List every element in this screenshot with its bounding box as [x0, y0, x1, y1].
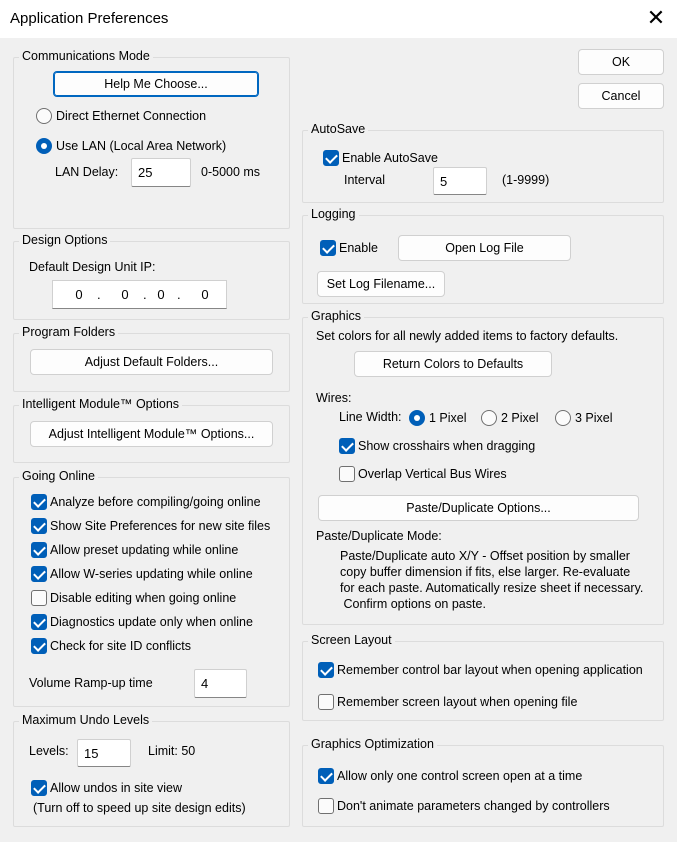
cancel-button[interactable]: Cancel: [578, 83, 664, 109]
ip-dot-2: .: [143, 287, 147, 302]
ip-dot-1: .: [97, 287, 101, 302]
lan-delay-label: LAN Delay:: [55, 165, 119, 179]
paste-mode-line-1: Paste/Duplicate auto X/Y - Offset positi…: [340, 549, 630, 563]
lan-delay-range: 0-5000 ms: [201, 165, 261, 179]
enable-logging-checkbox[interactable]: [320, 240, 336, 256]
remember-screen-layout-label: Remember screen layout when opening file: [337, 695, 578, 709]
interval-label: Interval: [344, 173, 385, 187]
return-colors-button[interactable]: Return Colors to Defaults: [354, 351, 552, 377]
graphics-optimization-label: Graphics Optimization: [308, 737, 437, 751]
lan-delay-input[interactable]: 25: [131, 158, 191, 187]
ip-octet-2: 0: [121, 287, 129, 302]
levels-limit: Limit: 50: [148, 744, 196, 758]
set-log-filename-button[interactable]: Set Log Filename...: [317, 271, 445, 297]
use-lan-radio[interactable]: [36, 138, 52, 154]
show-crosshairs-checkbox[interactable]: [339, 438, 355, 454]
default-ip-field[interactable]: 0 . 0 . 0 . 0: [52, 280, 227, 309]
use-lan-label: Use LAN (Local Area Network): [56, 139, 227, 153]
going-online-label: Going Online: [19, 469, 98, 483]
allow-w-series-updating-label: Allow W-series updating while online: [50, 567, 253, 581]
paste-mode-line-3: for each paste. Automatically resize she…: [340, 581, 644, 595]
enable-autosave-checkbox[interactable]: [323, 150, 339, 166]
line-width-3-label: 3 Pixel: [575, 411, 613, 425]
title-bar: Application Preferences ✕: [0, 0, 677, 38]
communications-mode-label: Communications Mode: [19, 49, 153, 63]
line-width-label: Line Width:: [339, 410, 402, 424]
remember-control-bar-label: Remember control bar layout when opening…: [337, 663, 643, 677]
graphics-optimization-group: [302, 745, 664, 827]
levels-input[interactable]: 15: [77, 739, 131, 767]
line-width-2-label: 2 Pixel: [501, 411, 539, 425]
window-title: Application Preferences: [10, 10, 169, 27]
design-options-label: Design Options: [19, 233, 111, 247]
line-width-3-radio[interactable]: [555, 410, 571, 426]
one-control-screen-checkbox[interactable]: [318, 768, 334, 784]
ip-dot-3: .: [177, 287, 181, 302]
screen-layout-group: [302, 641, 664, 721]
ok-button[interactable]: OK: [578, 49, 664, 75]
close-icon[interactable]: ✕: [642, 6, 670, 32]
dont-animate-checkbox[interactable]: [318, 798, 334, 814]
analyze-before-compiling-checkbox[interactable]: [31, 494, 47, 510]
line-width-1-radio[interactable]: [409, 410, 425, 426]
show-site-preferences-checkbox[interactable]: [31, 518, 47, 534]
paste-mode-label: Paste/Duplicate Mode:: [316, 529, 442, 543]
direct-ethernet-label: Direct Ethernet Connection: [56, 109, 207, 123]
intelligent-module-label: Intelligent Module™ Options: [19, 397, 183, 411]
adjust-intelligent-module-button[interactable]: Adjust Intelligent Module™ Options...: [30, 421, 273, 447]
paste-mode-line-2: copy buffer dimension if fits, else larg…: [340, 565, 631, 579]
allow-w-series-updating-checkbox[interactable]: [31, 566, 47, 582]
overlap-bus-wires-label: Overlap Vertical Bus Wires: [358, 467, 507, 481]
disable-editing-label: Disable editing when going online: [50, 591, 237, 605]
allow-preset-updating-checkbox[interactable]: [31, 542, 47, 558]
allow-undos-note: (Turn off to speed up site design edits): [33, 801, 246, 815]
autosave-label: AutoSave: [308, 122, 369, 136]
logging-label: Logging: [308, 207, 359, 221]
disable-editing-checkbox[interactable]: [31, 590, 47, 606]
one-control-screen-label: Allow only one control screen open at a …: [337, 769, 583, 783]
allow-preset-updating-label: Allow preset updating while online: [50, 543, 239, 557]
direct-ethernet-radio[interactable]: [36, 108, 52, 124]
check-site-id-checkbox[interactable]: [31, 638, 47, 654]
paste-mode-line-4: Confirm options on paste.: [340, 597, 486, 611]
line-width-1-label: 1 Pixel: [429, 411, 467, 425]
open-log-file-button[interactable]: Open Log File: [398, 235, 571, 261]
wires-label: Wires:: [316, 391, 352, 405]
program-folders-label: Program Folders: [19, 325, 119, 339]
remember-control-bar-checkbox[interactable]: [318, 662, 334, 678]
allow-undos-label: Allow undos in site view: [50, 781, 183, 795]
enable-logging-label: Enable: [339, 241, 378, 255]
ip-octet-3: 0: [157, 287, 165, 302]
ip-octet-4: 0: [201, 287, 209, 302]
remember-screen-layout-checkbox[interactable]: [318, 694, 334, 710]
graphics-description: Set colors for all newly added items to …: [316, 329, 619, 343]
line-width-2-radio[interactable]: [481, 410, 497, 426]
allow-undos-checkbox[interactable]: [31, 780, 47, 796]
analyze-before-compiling-label: Analyze before compiling/going online: [50, 495, 261, 509]
adjust-default-folders-button[interactable]: Adjust Default Folders...: [30, 349, 273, 375]
volume-ramp-input[interactable]: 4: [194, 669, 247, 698]
check-site-id-label: Check for site ID conflicts: [50, 639, 192, 653]
graphics-label: Graphics: [308, 309, 365, 323]
ip-octet-1: 0: [75, 287, 83, 302]
dont-animate-label: Don't animate parameters changed by cont…: [337, 799, 610, 813]
screen-layout-label: Screen Layout: [308, 633, 395, 647]
volume-ramp-label: Volume Ramp-up time: [29, 676, 153, 690]
overlap-bus-wires-checkbox[interactable]: [339, 466, 355, 482]
undo-levels-label: Maximum Undo Levels: [19, 713, 153, 727]
show-crosshairs-label: Show crosshairs when dragging: [358, 439, 536, 453]
diagnostics-update-checkbox[interactable]: [31, 614, 47, 630]
enable-autosave-label: Enable AutoSave: [342, 151, 438, 165]
paste-duplicate-options-button[interactable]: Paste/Duplicate Options...: [318, 495, 639, 521]
interval-input[interactable]: 5: [433, 167, 487, 195]
diagnostics-update-label: Diagnostics update only when online: [50, 615, 253, 629]
show-site-preferences-label: Show Site Preferences for new site files: [50, 519, 271, 533]
help-me-choose-button[interactable]: Help Me Choose...: [53, 71, 259, 97]
default-ip-label: Default Design Unit IP:: [29, 260, 156, 274]
levels-label: Levels:: [29, 744, 69, 758]
interval-range: (1-9999): [502, 173, 550, 187]
